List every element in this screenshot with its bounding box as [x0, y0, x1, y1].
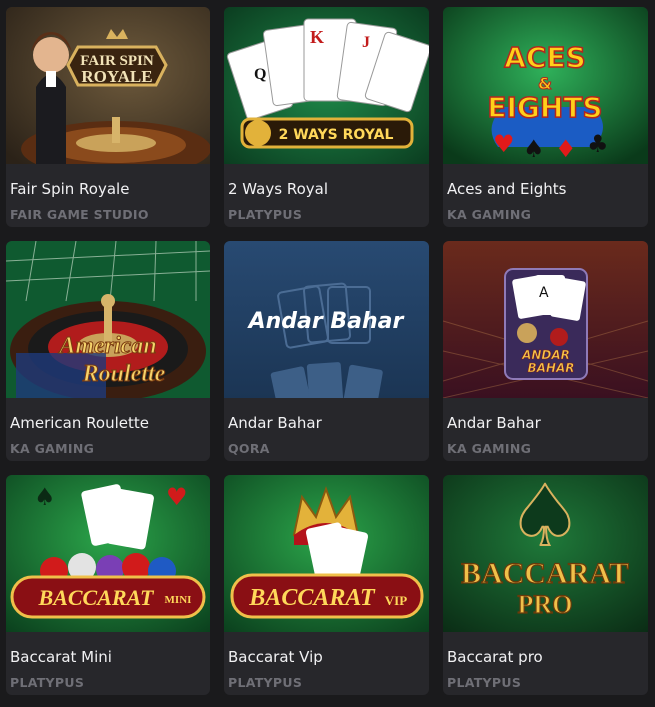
- svg-text:♠: ♠: [507, 475, 582, 565]
- svg-text:MINI: MINI: [165, 594, 192, 606]
- svg-text:ACES: ACES: [504, 41, 586, 74]
- svg-text:Andar Bahar: Andar Bahar: [247, 309, 405, 334]
- game-title[interactable]: Andar Bahar: [228, 414, 425, 432]
- game-title[interactable]: Baccarat Mini: [10, 648, 206, 666]
- svg-text:♥: ♥: [166, 483, 188, 511]
- svg-text:J: J: [362, 34, 370, 51]
- game-title[interactable]: Baccarat Vip: [228, 648, 425, 666]
- svg-text:A: A: [539, 285, 549, 301]
- game-provider: KA GAMING: [10, 441, 95, 456]
- american-roulette-art: American Roulette: [6, 241, 210, 398]
- game-title[interactable]: Andar Bahar: [447, 414, 644, 432]
- game-thumbnail[interactable]: ♠ ♥ BACCARAT MINI: [6, 475, 210, 632]
- svg-text:ROYALE: ROYALE: [81, 67, 152, 86]
- aces-and-eights-art: ACES & EIGHTS ♥ ♠ ♦ ♣: [443, 7, 648, 164]
- game-card-andar-bahar-ka[interactable]: A ANDAR BAHAR Andar Bahar KA GAMING: [443, 241, 648, 461]
- svg-text:VIP: VIP: [385, 593, 407, 608]
- svg-text:♦: ♦: [555, 135, 577, 163]
- game-title[interactable]: 2 Ways Royal: [228, 180, 425, 198]
- game-title[interactable]: Baccarat pro: [447, 648, 644, 666]
- game-provider: PLATYPUS: [10, 675, 85, 690]
- game-thumbnail[interactable]: American Roulette: [6, 241, 210, 398]
- game-card-fair-spin-royale[interactable]: FAIR SPIN ROYALE Fair Spin Royale FAIR G…: [6, 7, 210, 227]
- game-provider: PLATYPUS: [228, 207, 303, 222]
- svg-text:BAHAR: BAHAR: [527, 361, 574, 375]
- andar-bahar-ka-art: A ANDAR BAHAR: [443, 241, 648, 398]
- svg-text:PRO: PRO: [518, 590, 573, 619]
- game-card-baccarat-mini[interactable]: ♠ ♥ BACCARAT MINI Baccarat Mini PLATYPUS: [6, 475, 210, 695]
- game-card-baccarat-pro[interactable]: ♠ BACCARAT PRO Baccarat pro PLATYPUS: [443, 475, 648, 695]
- svg-text:2 WAYS ROYAL: 2 WAYS ROYAL: [279, 127, 394, 143]
- game-title[interactable]: Fair Spin Royale: [10, 180, 206, 198]
- game-thumbnail[interactable]: ♠ BACCARAT PRO: [443, 475, 648, 632]
- andar-bahar-qora-art: Andar Bahar: [224, 241, 429, 398]
- game-card-american-roulette[interactable]: American Roulette American Roulette KA G…: [6, 241, 210, 461]
- game-card-aces-and-eights[interactable]: ACES & EIGHTS ♥ ♠ ♦ ♣ Aces and Eights KA…: [443, 7, 648, 227]
- svg-text:♠: ♠: [34, 483, 56, 511]
- game-provider: FAIR GAME STUDIO: [10, 207, 149, 222]
- svg-text:BACCARAT: BACCARAT: [248, 585, 376, 611]
- game-thumbnail[interactable]: ACES & EIGHTS ♥ ♠ ♦ ♣: [443, 7, 648, 164]
- svg-text:EIGHTS: EIGHTS: [487, 91, 602, 124]
- game-card-andar-bahar-qora[interactable]: Andar Bahar Andar Bahar QORA: [224, 241, 429, 461]
- svg-text:BACCARAT: BACCARAT: [38, 585, 156, 610]
- game-card-2-ways-royal[interactable]: Q K J 2 WAYS ROYAL 2 Ways Royal PLATYPUS: [224, 7, 429, 227]
- game-thumbnail[interactable]: Q K J 2 WAYS ROYAL: [224, 7, 429, 164]
- game-title[interactable]: Aces and Eights: [447, 180, 644, 198]
- game-provider: KA GAMING: [447, 441, 532, 456]
- svg-text:♠: ♠: [523, 135, 545, 163]
- svg-text:Roulette: Roulette: [82, 361, 166, 387]
- game-thumbnail[interactable]: FAIR SPIN ROYALE: [6, 7, 210, 164]
- game-thumbnail[interactable]: BACCARAT VIP: [224, 475, 429, 632]
- game-provider: PLATYPUS: [228, 675, 303, 690]
- baccarat-vip-art: BACCARAT VIP: [224, 475, 429, 632]
- game-thumbnail[interactable]: A ANDAR BAHAR: [443, 241, 648, 398]
- svg-text:BACCARAT: BACCARAT: [461, 557, 629, 590]
- game-provider: PLATYPUS: [447, 675, 522, 690]
- game-thumbnail[interactable]: Andar Bahar: [224, 241, 429, 398]
- svg-text:♥: ♥: [493, 130, 515, 158]
- svg-text:K: K: [310, 27, 324, 47]
- svg-text:American: American: [57, 333, 156, 359]
- game-provider: KA GAMING: [447, 207, 532, 222]
- svg-text:Q: Q: [254, 66, 266, 83]
- game-provider: QORA: [228, 441, 270, 456]
- baccarat-pro-art: ♠ BACCARAT PRO: [443, 475, 648, 632]
- baccarat-mini-art: ♠ ♥ BACCARAT MINI: [6, 475, 210, 632]
- game-title[interactable]: American Roulette: [10, 414, 206, 432]
- svg-text:ANDAR: ANDAR: [521, 348, 570, 362]
- 2-ways-royal-art: Q K J 2 WAYS ROYAL: [224, 7, 429, 164]
- game-card-baccarat-vip[interactable]: BACCARAT VIP Baccarat Vip PLATYPUS: [224, 475, 429, 695]
- game-grid: FAIR SPIN ROYALE Fair Spin Royale FAIR G…: [6, 7, 648, 695]
- fair-spin-royale-art: FAIR SPIN ROYALE: [6, 7, 210, 164]
- svg-text:♣: ♣: [587, 130, 609, 158]
